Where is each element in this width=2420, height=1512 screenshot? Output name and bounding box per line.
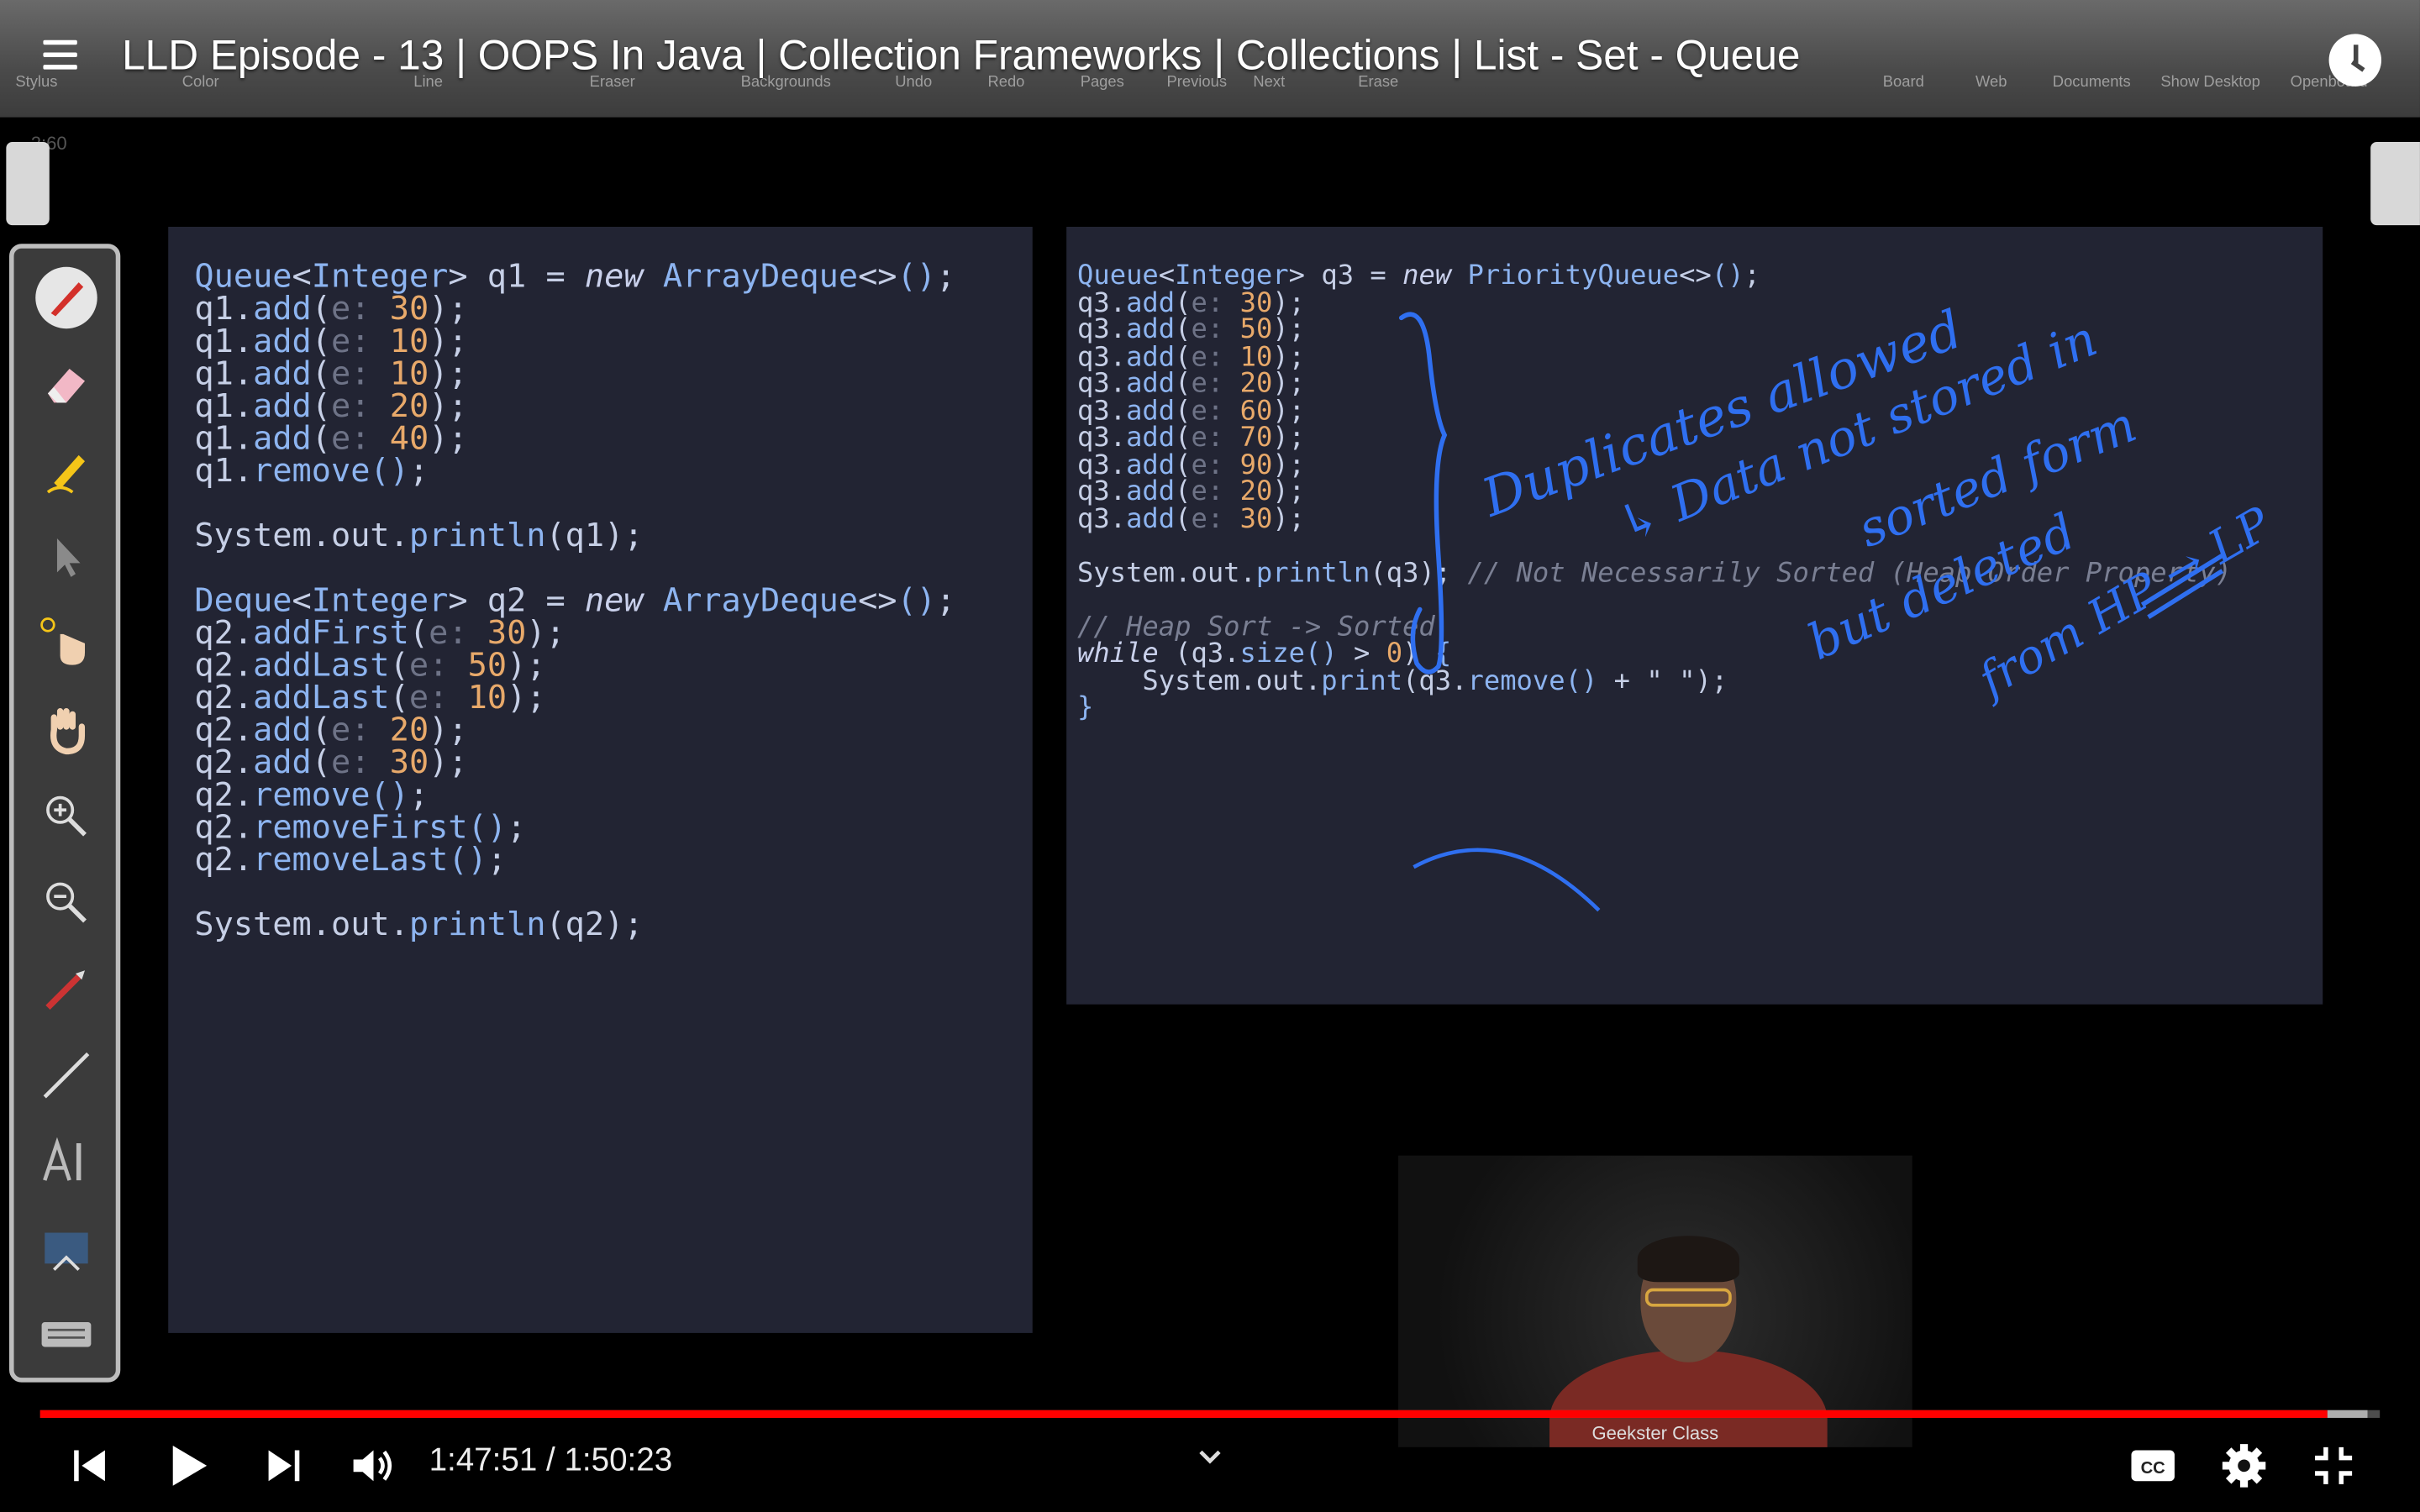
hand-tool-icon <box>33 696 101 764</box>
eraser-tool-icon <box>33 350 101 418</box>
duration: 1:50:23 <box>564 1442 673 1478</box>
selector-tool-icon <box>33 523 101 591</box>
highlighter-tool-icon <box>33 437 101 505</box>
volume-icon <box>353 1450 392 1482</box>
interact-tool-icon <box>33 609 101 677</box>
laser-pointer-tool-icon <box>33 955 101 1023</box>
presenter-glasses <box>1644 1288 1732 1307</box>
progress-bar[interactable] <box>39 1410 2381 1418</box>
play-icon <box>172 1445 208 1486</box>
presenter-webcam: Geekster Class <box>1398 1155 1912 1447</box>
time-separator: / <box>537 1442 565 1478</box>
captions-icon: CC <box>2131 1450 2175 1482</box>
exit-fullscreen-button[interactable] <box>2309 1441 2359 1490</box>
zoom-in-tool-icon <box>33 782 101 850</box>
right-panel-tab <box>2370 141 2420 226</box>
code-panel-queue-deque: Queue<Integer> q1 = new ArrayDeque<>(); q… <box>168 226 1033 1333</box>
toolbar-label-documents: Documents <box>2052 74 2131 92</box>
capture-tool-icon <box>33 1214 101 1282</box>
pen-tool-icon <box>33 264 101 332</box>
gear-icon <box>2222 1444 2266 1488</box>
player-top-bar: Stylus Color Line Eraser Backgrounds Undo Redo… <box>0 0 2420 118</box>
toolbar-label-show-desktop: Show Desktop <box>2160 74 2260 92</box>
toolbar-label-board: Board <box>1882 74 1924 92</box>
volume-button[interactable] <box>349 1441 395 1490</box>
watch-later-icon[interactable] <box>2328 34 2382 87</box>
code-panel-priority-queue: Queue<Integer> q3 = new PriorityQueue<>(… <box>1066 226 2323 1005</box>
video-title[interactable]: LLD Episode - 13 | OOPS In Java | Collec… <box>122 33 1800 81</box>
toolbar-label-web: Web <box>1975 74 2007 92</box>
code-block-priority-queue: Queue<Integer> q3 = new PriorityQueue<>(… <box>1077 260 2233 724</box>
webcam-label: Geekster Class <box>1591 1422 1719 1445</box>
left-panel-tab <box>6 141 50 226</box>
captions-button[interactable]: CC <box>2130 1441 2176 1490</box>
playlist-menu-icon[interactable] <box>43 39 89 81</box>
text-tool-icon <box>33 1128 101 1196</box>
chapter-chevron-icon[interactable] <box>1196 1446 1223 1475</box>
next-icon <box>268 1450 300 1482</box>
time-display: 1:47:51 / 1:50:23 <box>429 1442 673 1479</box>
exit-fullscreen-icon <box>2315 1446 2353 1484</box>
zoom-out-tool-icon <box>33 869 101 937</box>
next-button[interactable] <box>262 1441 305 1490</box>
progress-played <box>39 1410 2328 1418</box>
keyboard-tool-icon <box>33 1300 101 1368</box>
presenter-hair <box>1637 1236 1739 1283</box>
line-tool-icon <box>33 1042 101 1110</box>
play-button[interactable] <box>164 1441 213 1490</box>
video-frame[interactable]: Stylus Color Line Eraser Backgrounds Undo Redo… <box>0 0 2420 1512</box>
previous-icon <box>74 1450 105 1482</box>
code-block-queue-deque: Queue<Integer> q1 = new ArrayDeque<>(); q… <box>194 257 956 943</box>
previous-button[interactable] <box>68 1441 111 1490</box>
progress-buffered <box>2328 1410 2369 1418</box>
settings-button[interactable] <box>2219 1441 2269 1490</box>
svg-text:CC: CC <box>2141 1459 2166 1478</box>
tools-palette <box>9 244 121 1383</box>
current-time: 1:47:51 <box>429 1442 538 1478</box>
